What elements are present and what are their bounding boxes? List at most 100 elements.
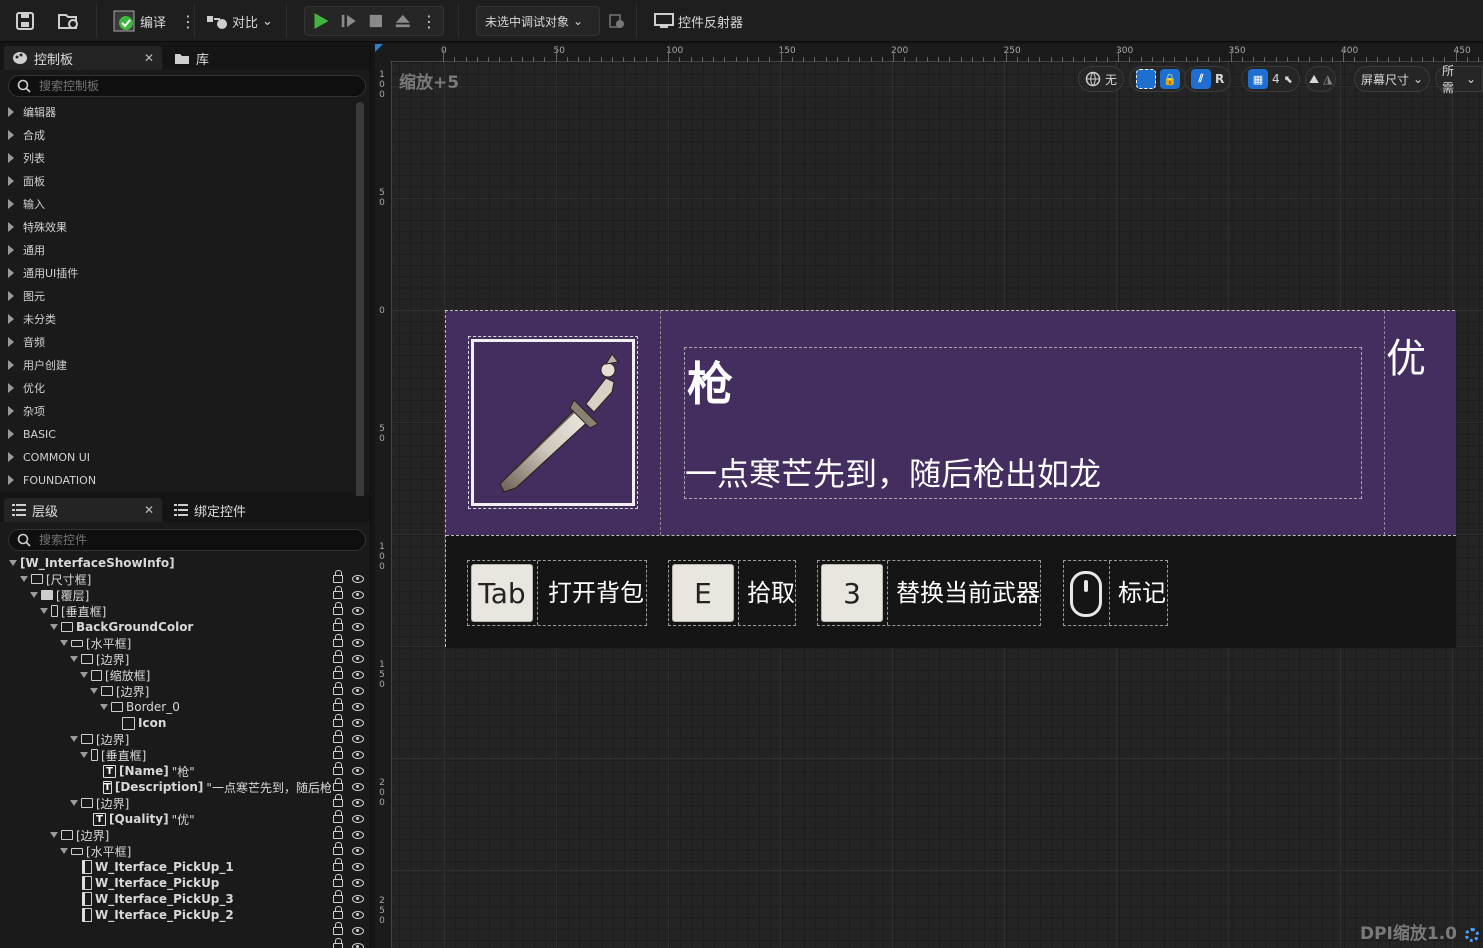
palette-category[interactable]: 音频: [8, 333, 45, 351]
expand-icon[interactable]: [50, 832, 58, 838]
close-icon[interactable]: ✕: [144, 51, 154, 65]
hierarchy-search[interactable]: [8, 529, 366, 551]
tree-node[interactable]: W_Iterface_PickUp_2: [82, 907, 234, 923]
tree-node[interactable]: W_Iterface_PickUp: [82, 875, 219, 891]
expand-icon[interactable]: [50, 624, 58, 630]
tree-node[interactable]: [边界]: [90, 683, 149, 699]
widget-reflector-button[interactable]: 控件反射器: [654, 6, 743, 36]
palette-search[interactable]: [8, 75, 366, 97]
browse-button[interactable]: [56, 6, 82, 36]
respect-locks-toggle[interactable]: ⫽ R: [1184, 66, 1232, 92]
tree-node[interactable]: [边界]: [70, 795, 129, 811]
lock-icon[interactable]: [333, 730, 343, 743]
visibility-eye-icon[interactable]: [352, 895, 364, 903]
tree-node[interactable]: T [Name] "枪": [103, 763, 195, 779]
expand-icon[interactable]: [20, 576, 28, 582]
tree-node[interactable]: [缩放框]: [80, 667, 150, 683]
visibility-eye-icon[interactable]: [352, 639, 364, 647]
lock-icon[interactable]: [333, 794, 343, 807]
tree-node[interactable]: [水平框]: [60, 843, 131, 859]
visibility-eye-icon[interactable]: [352, 831, 364, 839]
expand-icon[interactable]: [90, 688, 98, 694]
palette-category[interactable]: 优化: [8, 379, 45, 397]
visibility-eye-icon[interactable]: [352, 863, 364, 871]
lock-icon[interactable]: [333, 570, 343, 583]
tree-node[interactable]: [尺寸框]: [20, 571, 91, 587]
compile-button[interactable]: 编译 ⋮: [112, 6, 196, 36]
background-color-border[interactable]: 枪 一点寒芒先到，随后枪出如龙 优: [446, 311, 1456, 535]
save-button[interactable]: [14, 6, 36, 36]
lock-icon[interactable]: [333, 586, 343, 599]
expand-icon[interactable]: [70, 736, 78, 742]
play-icon[interactable]: [311, 10, 330, 32]
tab-hierarchy[interactable]: 层级 ✕: [4, 498, 162, 522]
visibility-eye-icon[interactable]: [352, 719, 364, 727]
item-icon-border[interactable]: [471, 339, 635, 506]
tree-node[interactable]: [覆层]: [30, 587, 89, 603]
tree-node[interactable]: W_Iterface_PickUp_3: [82, 891, 234, 907]
tree-node[interactable]: T [Description] "一点寒芒先到，随后枪: [103, 779, 331, 795]
pickup-widget-e[interactable]: E 拾取: [668, 560, 796, 626]
debug-find-button[interactable]: [608, 6, 626, 36]
palette-category[interactable]: 编辑器: [8, 103, 56, 121]
visibility-eye-icon[interactable]: [352, 671, 364, 679]
pickup-widget-tab[interactable]: Tab 打开背包: [467, 560, 647, 626]
visibility-eye-icon[interactable]: [352, 623, 364, 631]
lock-icon[interactable]: [333, 650, 343, 663]
lock-icon[interactable]: [333, 922, 343, 935]
icon-scale-box[interactable]: [468, 336, 638, 509]
tree-node[interactable]: [垂直框]: [40, 603, 106, 619]
lock-icon[interactable]: [333, 602, 343, 615]
palette-category[interactable]: 图元: [8, 287, 45, 305]
lock-icon[interactable]: [333, 938, 343, 948]
background-toggle[interactable]: ⛰ ◮: [1305, 66, 1337, 92]
visibility-eye-icon[interactable]: [352, 703, 364, 711]
lock-icon[interactable]: [333, 698, 343, 711]
lock-icon[interactable]: [333, 826, 343, 839]
palette-category[interactable]: 杂项: [8, 402, 45, 420]
palette-search-input[interactable]: [39, 79, 339, 93]
lock-icon[interactable]: [333, 858, 343, 871]
visibility-eye-icon[interactable]: [352, 783, 364, 791]
lock-icon[interactable]: [333, 842, 343, 855]
tree-node[interactable]: BackGroundColor: [50, 619, 193, 635]
tree-node[interactable]: W_Iterface_PickUp_1: [82, 859, 234, 875]
lock-icon[interactable]: [333, 746, 343, 759]
visibility-eye-icon[interactable]: [352, 847, 364, 855]
tree-node[interactable]: Border_0: [100, 699, 180, 715]
palette-category[interactable]: FOUNDATION: [8, 471, 96, 489]
debug-target-dropdown[interactable]: 未选中调试对象 ⌄: [476, 6, 600, 36]
visibility-eye-icon[interactable]: [352, 799, 364, 807]
widget-preview[interactable]: 枪 一点寒芒先到，随后枪出如龙 优 Tab 打开背包 E 拾取 3 替换当前武器: [445, 310, 1456, 648]
expand-icon[interactable]: [60, 848, 68, 854]
tab-palette[interactable]: 控制板 ✕: [4, 46, 162, 70]
visibility-eye-icon[interactable]: [352, 879, 364, 887]
palette-category[interactable]: 面板: [8, 172, 45, 190]
expand-icon[interactable]: [9, 560, 17, 566]
tree-node[interactable]: [水平框]: [60, 635, 131, 651]
tab-bind-widgets[interactable]: 绑定控件: [166, 498, 254, 522]
stop-icon[interactable]: [368, 12, 384, 30]
lock-icon[interactable]: [333, 762, 343, 775]
palette-category[interactable]: 未分类: [8, 310, 56, 328]
lock-icon[interactable]: [333, 810, 343, 823]
settings-gear-icon[interactable]: [1465, 928, 1479, 942]
visibility-eye-icon[interactable]: [352, 927, 364, 935]
text-vertical-box[interactable]: 枪 一点寒芒先到，随后枪出如龙: [684, 347, 1362, 499]
palette-category[interactable]: COMMON UI: [8, 448, 90, 466]
lock-icon[interactable]: [333, 682, 343, 695]
expand-icon[interactable]: [70, 656, 78, 662]
play-options-icon[interactable]: ⋮: [421, 12, 437, 31]
palette-scrollbar[interactable]: [356, 102, 364, 502]
expand-icon[interactable]: [30, 592, 38, 598]
visibility-eye-icon[interactable]: [352, 735, 364, 743]
visibility-eye-icon[interactable]: [352, 815, 364, 823]
tree-root[interactable]: [W_InterfaceShowInfo]: [9, 555, 175, 571]
fill-mode-dropdown[interactable]: 所需 ⌄: [1435, 64, 1483, 95]
palette-category[interactable]: 通用: [8, 241, 45, 259]
expand-icon[interactable]: [60, 640, 68, 646]
visibility-eye-icon[interactable]: [352, 911, 364, 919]
lock-icon[interactable]: [333, 874, 343, 887]
tab-library[interactable]: 库: [166, 46, 217, 70]
palette-category[interactable]: 用户创建: [8, 356, 67, 374]
